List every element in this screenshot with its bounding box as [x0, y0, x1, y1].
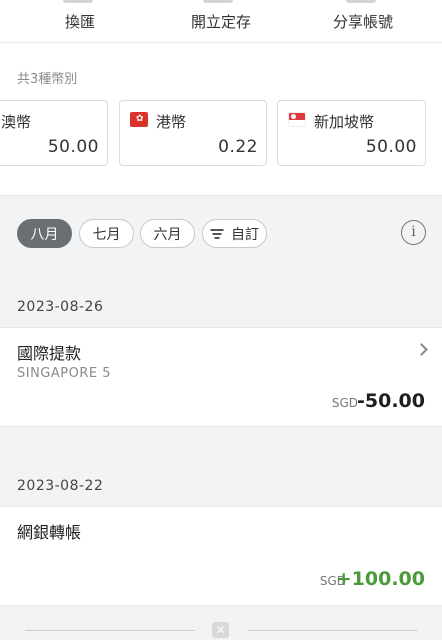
footer-divider: [25, 630, 195, 631]
exchange-button[interactable]: 換匯: [65, 11, 95, 32]
close-icon: ✕: [212, 622, 229, 638]
transaction-description: SINGAPORE 5: [17, 366, 111, 381]
date-header: 2023-08-26: [17, 299, 104, 315]
currency-name: 新加坡幣: [314, 113, 375, 131]
tab-july[interactable]: 七月: [79, 219, 134, 248]
share-account-button[interactable]: 分享帳號: [333, 11, 393, 32]
custom-filter-label: 自訂: [231, 226, 259, 243]
transaction-currency: SGD: [331, 396, 358, 410]
currency-count-label: 共3種幣別: [17, 72, 78, 87]
currency-name: 港幣: [156, 113, 187, 131]
month-filter-bar: 八月 七月 六月 自訂 i: [0, 196, 442, 268]
currency-amount: 50.00: [365, 137, 417, 157]
info-icon[interactable]: i: [401, 220, 426, 245]
open-time-deposit-button[interactable]: 開立定存: [191, 11, 251, 32]
transaction-row[interactable]: 網銀轉帳 SGD +100.00: [0, 506, 442, 606]
exchange-icon-edge: [63, 0, 93, 3]
hk-flag-icon: ✿: [130, 112, 148, 127]
date-header: 2023-08-22: [17, 478, 104, 494]
chevron-right-icon: [415, 343, 428, 356]
top-action-bar: 換匯 開立定存 分享帳號: [0, 0, 442, 43]
filter-icon: [210, 228, 223, 239]
transaction-title: 國際提款: [17, 344, 82, 363]
currency-name: 澳幣: [1, 113, 32, 131]
currency-card-hkd[interactable]: ✿ 港幣 0.22: [119, 100, 267, 166]
transaction-row[interactable]: 國際提款 SINGAPORE 5 SGD -50.00: [0, 327, 442, 427]
currency-section: 共3種幣別 澳幣 50.00 ✿ 港幣 0.22 新加坡幣 50.00: [0, 43, 442, 196]
currency-amount: 50.00: [47, 137, 99, 157]
currency-amount: 0.22: [218, 137, 258, 157]
custom-filter-button[interactable]: 自訂: [202, 219, 267, 248]
footer-divider: [248, 630, 418, 631]
tab-june[interactable]: 六月: [140, 219, 195, 248]
time-deposit-icon-edge: [203, 0, 233, 3]
tab-august[interactable]: 八月: [17, 219, 72, 248]
transaction-title: 網銀轉帳: [17, 523, 82, 542]
currency-card-sgd[interactable]: 新加坡幣 50.00: [277, 100, 426, 166]
transaction-amount: -50.00: [357, 390, 425, 412]
sg-flag-icon: [288, 112, 306, 127]
transaction-amount: +100.00: [335, 568, 425, 590]
share-account-icon-edge: [346, 0, 376, 3]
currency-card-aud[interactable]: 澳幣 50.00: [0, 100, 108, 166]
